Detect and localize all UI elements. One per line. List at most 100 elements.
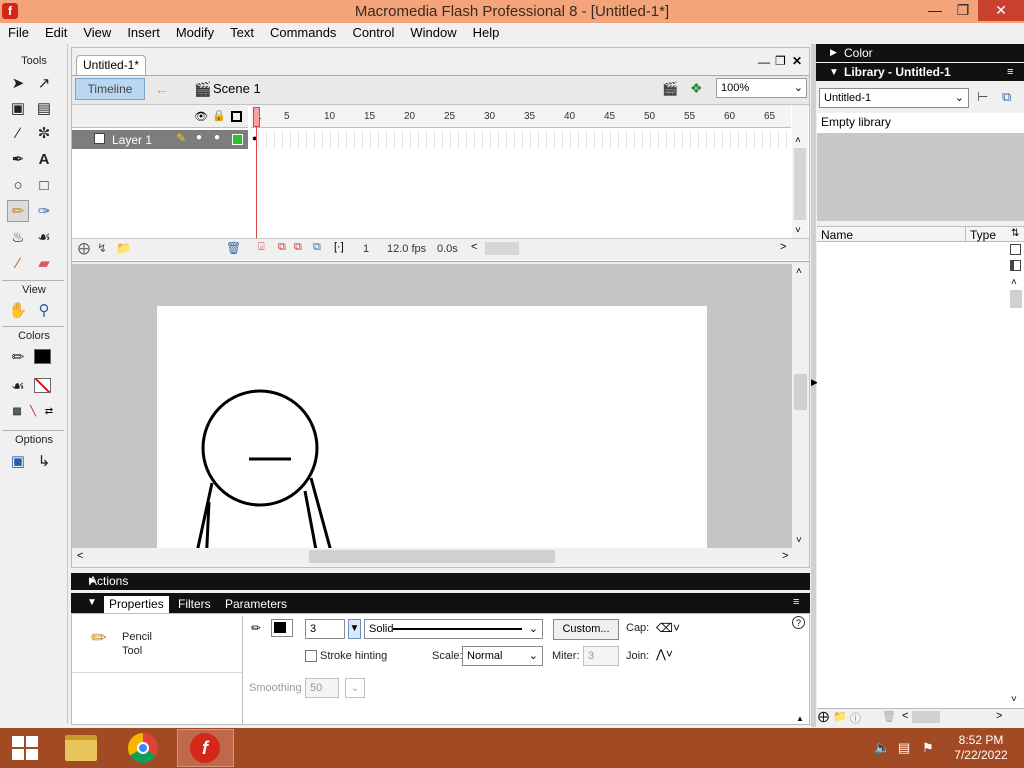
network-icon[interactable]: ▤ (898, 740, 910, 756)
collapse-arrow-icon[interactable]: ▼ (87, 597, 97, 608)
center-frame-icon[interactable]: ⌻ (258, 241, 265, 254)
narrow-view-icon[interactable] (1010, 260, 1021, 271)
library-item-list[interactable] (817, 242, 1024, 708)
expand-arrow-icon[interactable]: ▶ (830, 47, 837, 58)
new-folder-icon[interactable]: 📁 (833, 710, 847, 723)
timeline-scroll-right-icon[interactable]: ˃ (780, 241, 786, 253)
document-tab[interactable]: Untitled-1* (76, 55, 146, 75)
library-scroll-thumb[interactable] (1010, 290, 1022, 308)
line-tool-icon[interactable]: ∕ (7, 122, 29, 144)
stage-vscroll-thumb[interactable] (794, 374, 807, 410)
panel-menu-icon[interactable]: ≡ (793, 596, 799, 608)
wide-view-icon[interactable] (1010, 244, 1021, 255)
onion-skin-icon[interactable]: ⧉ (278, 241, 286, 254)
smoothing-input[interactable]: 50 (305, 678, 339, 698)
collapse-arrow-icon[interactable]: ▼ (829, 67, 839, 78)
doc-restore-icon[interactable]: ❐ (775, 54, 786, 68)
new-library-panel-icon[interactable]: ⧉ (1002, 89, 1011, 105)
library-hscroll-thumb[interactable] (912, 711, 940, 723)
black-white-icon[interactable]: ▩ (10, 404, 24, 418)
edit-scene-icon[interactable]: 🎬 (662, 81, 678, 97)
library-scroll-down-icon[interactable]: ˅ (1011, 694, 1017, 705)
expand-arrow-icon[interactable]: ▶ (89, 575, 96, 586)
library-document-select[interactable]: Untitled-1 ⌄ (819, 88, 969, 108)
layer-outline-color[interactable] (232, 134, 243, 145)
zoom-select[interactable]: 100% ⌄ (716, 78, 807, 98)
column-type-header[interactable]: Type (970, 228, 996, 242)
flash-app-icon[interactable]: f (2, 3, 18, 19)
stroke-height-input[interactable]: 3 (305, 619, 345, 639)
resize-grip-icon[interactable]: ▲ (796, 714, 804, 723)
custom-stroke-button[interactable]: Custom... (553, 619, 619, 640)
tab-parameters[interactable]: Parameters (220, 596, 292, 613)
pin-library-icon[interactable]: ⊢ (977, 89, 988, 105)
menu-commands[interactable]: Commands (262, 23, 344, 43)
menu-control[interactable]: Control (344, 23, 402, 43)
pen-tool-icon[interactable]: ✒ (7, 148, 29, 170)
rectangle-tool-icon[interactable]: □ (33, 174, 55, 196)
doc-minimize-icon[interactable]: — (758, 55, 770, 69)
scroll-down-icon[interactable]: ˅ (795, 225, 801, 236)
pencil-mode-icon[interactable]: ↳ (33, 450, 55, 472)
insert-folder-icon[interactable]: 📁 (116, 241, 131, 255)
cap-select-icon[interactable]: ⌫˅ (656, 621, 680, 635)
color-panel-header[interactable]: Color (816, 44, 1024, 62)
stick-figure-drawing[interactable] (157, 306, 707, 548)
add-motion-guide-icon[interactable]: ↯ (97, 241, 107, 255)
show-hide-layers-icon[interactable]: 👁 (194, 110, 208, 123)
frame-rate[interactable]: 12.0 fps (387, 241, 426, 257)
stage-area[interactable] (72, 264, 792, 548)
layer-visible-dot[interactable]: ● (196, 132, 202, 143)
layer-lock-dot[interactable]: ● (214, 132, 220, 143)
library-hscroll-left-icon[interactable]: ˂ (902, 710, 908, 722)
action-center-icon[interactable]: ⚑ (922, 740, 934, 756)
timeline-toggle-button[interactable]: Timeline (75, 78, 145, 100)
pencil-tool-icon[interactable]: ✏ (7, 200, 29, 222)
tab-filters[interactable]: Filters (173, 596, 216, 613)
brush-tool-icon[interactable]: ✑ (33, 200, 55, 222)
stage-scroll-right-icon[interactable]: ˃ (782, 550, 788, 562)
no-color-icon[interactable]: ╲ (26, 404, 40, 418)
zoom-tool-icon[interactable]: ⚲ (33, 299, 55, 321)
edit-symbols-icon[interactable]: ❖ (690, 80, 703, 97)
menu-file[interactable]: File (0, 23, 37, 43)
smoothing-dropdown[interactable]: ⌄ (345, 678, 365, 698)
menu-edit[interactable]: Edit (37, 23, 75, 43)
stroke-height-slider-button[interactable]: ▼ (348, 619, 361, 639)
menu-help[interactable]: Help (465, 23, 508, 43)
system-clock[interactable]: 8:52 PM 7/22/2022 (946, 733, 1016, 763)
modify-onion-markers-icon[interactable]: [·] (334, 241, 344, 253)
edit-multiple-frames-icon[interactable]: ⧉ (313, 241, 321, 254)
selection-tool-icon[interactable]: ➤ (7, 72, 29, 94)
menu-window[interactable]: Window (402, 23, 464, 43)
sort-order-icon[interactable]: ⇅ (1011, 228, 1019, 239)
speaker-muted-icon[interactable]: 🔈 (874, 740, 890, 756)
back-arrow-icon[interactable]: ← (155, 81, 169, 97)
insert-layer-icon[interactable]: ⨁ (78, 241, 90, 255)
delete-item-icon[interactable]: 🗑 (882, 710, 896, 723)
oval-tool-icon[interactable]: ○ (7, 174, 29, 196)
stroke-color-swatch[interactable] (34, 349, 51, 364)
library-hscroll-right-icon[interactable]: ˃ (996, 710, 1002, 722)
library-scroll-up-icon[interactable]: ˄ (1011, 277, 1017, 288)
menu-view[interactable]: View (75, 23, 119, 43)
frame-strip[interactable] (251, 130, 791, 149)
ink-bottle-tool-icon[interactable]: ♨ (7, 226, 29, 248)
actions-panel-header[interactable]: Actions (71, 573, 810, 590)
tab-properties[interactable]: Properties (104, 596, 169, 613)
menu-modify[interactable]: Modify (168, 23, 222, 43)
text-tool-icon[interactable]: A (33, 148, 55, 170)
eyedropper-tool-icon[interactable]: ∕ (7, 252, 29, 274)
stroke-hinting-checkbox[interactable] (305, 650, 317, 662)
delete-layer-icon[interactable]: 🗑 (226, 241, 241, 255)
library-panel-header[interactable]: Library - Untitled-1 (816, 63, 1024, 81)
minimize-button[interactable]: — (920, 0, 950, 21)
playhead[interactable] (253, 107, 260, 127)
properties-icon[interactable]: ⓘ (850, 710, 861, 726)
miter-input[interactable]: 3 (583, 646, 619, 666)
new-symbol-icon[interactable]: ⨁ (818, 710, 829, 723)
object-drawing-icon[interactable]: ▣ (7, 450, 29, 472)
stroke-style-select[interactable]: Solid ⌄ (364, 619, 543, 639)
hand-tool-icon[interactable]: ✋ (7, 299, 29, 321)
file-explorer-taskbar-icon[interactable] (65, 735, 97, 761)
